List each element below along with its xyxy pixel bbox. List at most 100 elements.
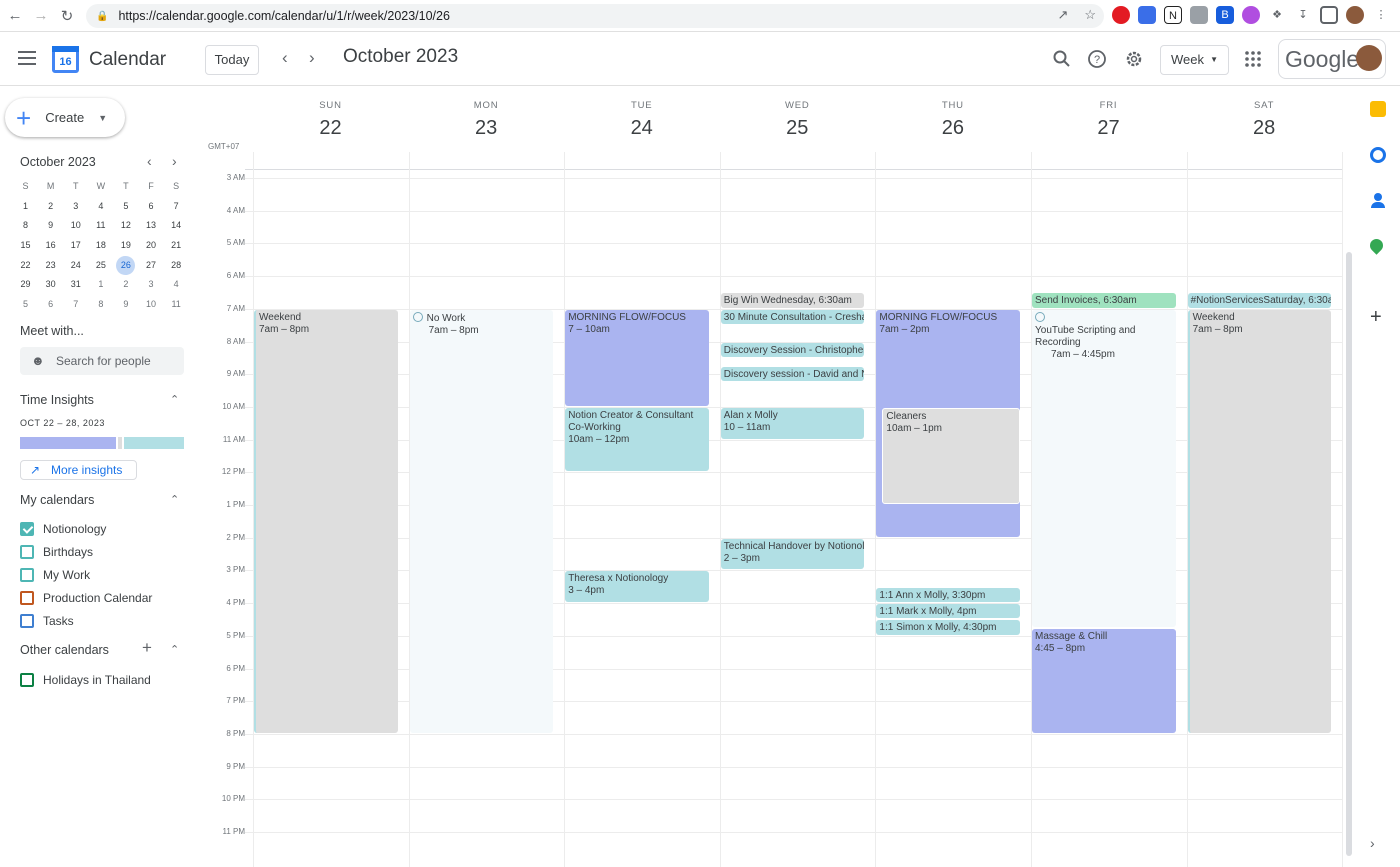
share-icon[interactable]: ↗ [1057, 7, 1068, 23]
keep-icon[interactable] [1370, 101, 1386, 117]
mini-day[interactable]: 9 [38, 216, 63, 236]
mini-day[interactable]: 19 [113, 236, 138, 256]
calendar-event[interactable]: Massage & Chill 4:45 – 8pm [1032, 628, 1176, 733]
help-icon[interactable]: ? [1087, 49, 1107, 69]
mini-day[interactable]: 26 [116, 255, 136, 276]
settings-gear-icon[interactable] [1124, 49, 1144, 69]
calendar-checkbox[interactable] [20, 613, 34, 628]
mini-day[interactable]: 24 [63, 256, 88, 276]
calendar-event[interactable]: MORNING FLOW/FOCUS 7 – 10am [565, 309, 709, 406]
mini-day[interactable]: 28 [164, 256, 189, 276]
calendar-event[interactable]: Notion Creator & Consultant Co-Working 10… [565, 407, 709, 472]
mini-prev-icon[interactable]: ‹ [147, 153, 152, 169]
calendar-checkbox[interactable] [20, 544, 34, 559]
mini-day[interactable]: 14 [164, 216, 189, 236]
profile-avatar-icon[interactable] [1346, 6, 1364, 24]
mini-day[interactable]: 5 [113, 197, 138, 217]
collapse-time-insights-icon[interactable]: ⌃ [170, 393, 179, 406]
calendar-item[interactable]: My Work [20, 567, 90, 583]
mini-day[interactable]: 8 [13, 216, 38, 236]
reload-icon[interactable]: ↻ [54, 7, 80, 25]
week-scrollbar[interactable] [1346, 252, 1352, 856]
calendar-event[interactable]: No Work 7am – 8pm [409, 309, 554, 733]
collapse-my-calendars-icon[interactable]: ⌃ [170, 493, 179, 506]
calendar-event[interactable]: 1:1 Mark x Molly, 4pm [876, 604, 1020, 619]
day-header[interactable]: FRI 27 [1031, 87, 1186, 140]
calendar-event[interactable]: 1:1 Ann x Molly, 3:30pm [876, 587, 1020, 603]
calendar-checkbox[interactable] [20, 522, 34, 536]
day-header[interactable]: WED 25 [720, 87, 875, 140]
mini-day[interactable]: 6 [138, 197, 163, 217]
maps-icon[interactable] [1367, 236, 1386, 255]
calendar-event[interactable]: #NotionServicesSaturday, 6:30a [1187, 293, 1332, 308]
mini-day[interactable]: 29 [13, 275, 38, 295]
mini-day[interactable]: 4 [164, 275, 189, 295]
calendar-item[interactable]: Production Calendar [20, 590, 152, 606]
search-people-input[interactable]: ☻ Search for people [20, 347, 184, 375]
mini-day[interactable]: 12 [113, 216, 138, 236]
mini-day[interactable]: 2 [113, 275, 138, 295]
calendar-item[interactable]: Birthdays [20, 544, 93, 560]
mini-day[interactable]: 9 [113, 295, 138, 315]
mini-day[interactable]: 3 [63, 197, 88, 217]
back-icon[interactable]: ← [2, 7, 28, 24]
time-insights-bar[interactable] [20, 437, 184, 449]
mini-day[interactable]: 18 [88, 236, 113, 256]
calendar-event[interactable]: 30 Minute Consultation - Cresha [720, 309, 865, 325]
mini-day[interactable]: 1 [88, 275, 113, 295]
mini-day[interactable]: 3 [138, 275, 163, 295]
calendar-event[interactable]: 1:1 Simon x Molly, 4:30pm [876, 620, 1020, 635]
mini-day[interactable]: 23 [38, 256, 63, 276]
forward-icon[interactable]: → [28, 7, 54, 24]
menu-kebab-icon[interactable]: ⋮ [1372, 6, 1390, 24]
mini-day[interactable]: 16 [38, 236, 63, 256]
adblock-extension-icon[interactable] [1112, 6, 1130, 24]
mini-day[interactable]: 5 [13, 295, 38, 315]
day-header[interactable]: TUE 24 [564, 87, 719, 140]
calendar-item[interactable]: Holidays in Thailand [20, 672, 151, 688]
bitwarden-extension-icon[interactable]: B [1216, 6, 1234, 24]
calendar-checkbox[interactable] [20, 590, 34, 605]
calendar-event[interactable]: Weekend 7am – 8pm [1187, 309, 1332, 733]
view-selector[interactable]: Week ▼ [1160, 45, 1229, 75]
download-icon[interactable]: ↧ [1294, 6, 1312, 24]
account-avatar[interactable] [1356, 45, 1382, 71]
day-header[interactable]: SUN 22 [253, 87, 408, 140]
apps-grid-icon[interactable] [1243, 49, 1263, 69]
calendar-event[interactable]: Technical Handover by Notionol 2 – 3pm [720, 538, 865, 570]
mini-day[interactable]: 15 [13, 236, 38, 256]
calendar-item[interactable]: Notionology [20, 521, 106, 537]
mini-day[interactable]: 17 [63, 236, 88, 256]
add-calendar-icon[interactable]: + [142, 638, 152, 658]
contacts-icon[interactable] [1370, 193, 1386, 209]
calendar-event[interactable]: Big Win Wednesday, 6:30am [720, 293, 865, 308]
create-button[interactable]: + Create ▼ [5, 98, 125, 137]
mini-day[interactable]: 8 [88, 295, 113, 315]
main-menu-icon[interactable] [18, 51, 36, 65]
today-button[interactable]: Today [205, 45, 259, 75]
add-addon-icon[interactable]: + [1370, 307, 1386, 327]
mini-day[interactable]: 7 [164, 197, 189, 217]
mini-day[interactable]: 7 [63, 295, 88, 315]
calendar-event[interactable]: YouTube Scripting and Recording 7am – 4:4… [1032, 309, 1176, 627]
mini-day[interactable]: 20 [138, 236, 163, 256]
tasks-icon[interactable] [1370, 147, 1386, 163]
mini-day[interactable]: 10 [138, 295, 163, 315]
bookmark-star-icon[interactable]: ☆ [1084, 7, 1096, 23]
mini-day[interactable]: 2 [38, 197, 63, 217]
mini-day[interactable]: 25 [88, 256, 113, 276]
collapse-other-calendars-icon[interactable]: ⌃ [170, 643, 179, 656]
more-insights-button[interactable]: ↗ More insights [20, 460, 137, 480]
calendar-checkbox[interactable] [20, 673, 34, 687]
mini-day[interactable]: 4 [88, 197, 113, 217]
calendar-event[interactable]: Discovery Session - Christopher [720, 342, 865, 357]
mini-next-icon[interactable]: › [172, 153, 177, 169]
purple-extension-icon[interactable] [1242, 6, 1260, 24]
mini-day[interactable]: 13 [138, 216, 163, 236]
calendar-checkbox[interactable] [20, 567, 34, 582]
search-icon[interactable] [1052, 49, 1072, 69]
mini-day[interactable]: 10 [63, 216, 88, 236]
day-header[interactable]: MON 23 [409, 87, 564, 140]
day-header[interactable]: SAT 28 [1187, 87, 1342, 140]
mini-day[interactable]: 22 [13, 256, 38, 276]
